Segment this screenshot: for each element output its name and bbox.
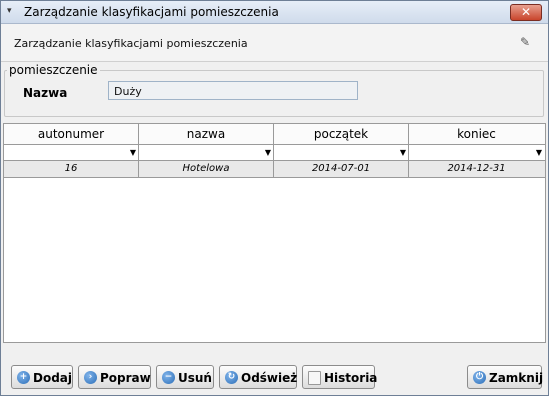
cell-koniec: 2014-12-31	[447, 163, 506, 174]
edit-button-label: Popraw	[100, 371, 151, 385]
arrow-right-icon: ›	[84, 371, 97, 384]
history-button[interactable]: Historia	[302, 365, 378, 389]
title-bar: ▾ Zarządzanie klasyfikacjami pomieszczen…	[1, 1, 548, 24]
name-field[interactable]: Duży	[108, 81, 358, 100]
delete-button-label: Usuń	[178, 371, 212, 385]
cell-poczatek: 2014-07-01	[274, 161, 409, 177]
refresh-icon: ↻	[225, 371, 238, 384]
eraser-icon[interactable]: ✎	[520, 35, 536, 49]
main-window: ▾ Zarządzanie klasyfikacjami pomieszczen…	[0, 0, 549, 396]
filter-autonumer[interactable]: ▼	[4, 145, 139, 160]
room-group-label: pomieszczenie	[7, 63, 100, 77]
document-icon	[308, 371, 321, 385]
add-button-label: Dodaj	[33, 371, 73, 385]
filter-koniec[interactable]: ▼	[409, 145, 544, 160]
close-button-label: Zamknij	[489, 371, 544, 385]
page-title: Zarządzanie klasyfikacjami pomieszczenia	[14, 37, 248, 50]
chevron-down-icon[interactable]: ▼	[265, 147, 271, 158]
column-header-poczatek[interactable]: początek	[274, 124, 409, 144]
cell-nazwa: Hotelowa	[139, 161, 274, 177]
column-header-koniec[interactable]: koniec	[409, 124, 544, 144]
delete-button[interactable]: − Usuń	[156, 365, 214, 389]
cell-autonumer: 16	[4, 161, 139, 177]
refresh-button-label: Odśwież	[241, 371, 298, 385]
exit-icon: ⏻	[473, 371, 486, 384]
window-title: Zarządzanie klasyfikacjami pomieszczenia	[24, 5, 279, 19]
minus-icon: −	[162, 371, 175, 384]
header-band: Zarządzanie klasyfikacjami pomieszczenia…	[1, 24, 548, 62]
history-button-label: Historia	[324, 371, 378, 385]
column-header-autonumer[interactable]: autonumer	[4, 124, 139, 144]
grid-filter-row: ▼ ▼ ▼ ▼	[4, 145, 545, 161]
chevron-down-icon[interactable]: ▼	[400, 147, 406, 158]
close-button[interactable]: ⏻ Zamknij	[467, 365, 544, 389]
chevron-down-icon[interactable]: ▼	[536, 147, 542, 158]
window-close-button[interactable]: ✕	[510, 4, 542, 21]
edit-button[interactable]: › Popraw	[78, 365, 151, 389]
filter-poczatek[interactable]: ▼	[274, 145, 409, 160]
add-button[interactable]: + Dodaj	[11, 365, 73, 389]
name-label: Nazwa	[23, 86, 68, 100]
window-menu-icon[interactable]: ▾	[7, 6, 17, 16]
refresh-button[interactable]: ↻ Odśwież	[219, 365, 297, 389]
chevron-down-icon[interactable]: ▼	[130, 147, 136, 158]
column-header-nazwa[interactable]: nazwa	[139, 124, 274, 144]
button-bar: + Dodaj › Popraw − Usuń ↻ Odśwież Histor…	[1, 360, 548, 395]
filter-nazwa[interactable]: ▼	[139, 145, 274, 160]
plus-icon: +	[17, 371, 30, 384]
grid-header-row: autonumer nazwa początek koniec	[4, 124, 545, 145]
classification-grid: autonumer nazwa początek koniec ▼ ▼ ▼ ▼ …	[3, 123, 546, 343]
table-row[interactable]: 16 Hotelowa 2014-07-01 2014-12-31	[4, 161, 545, 178]
